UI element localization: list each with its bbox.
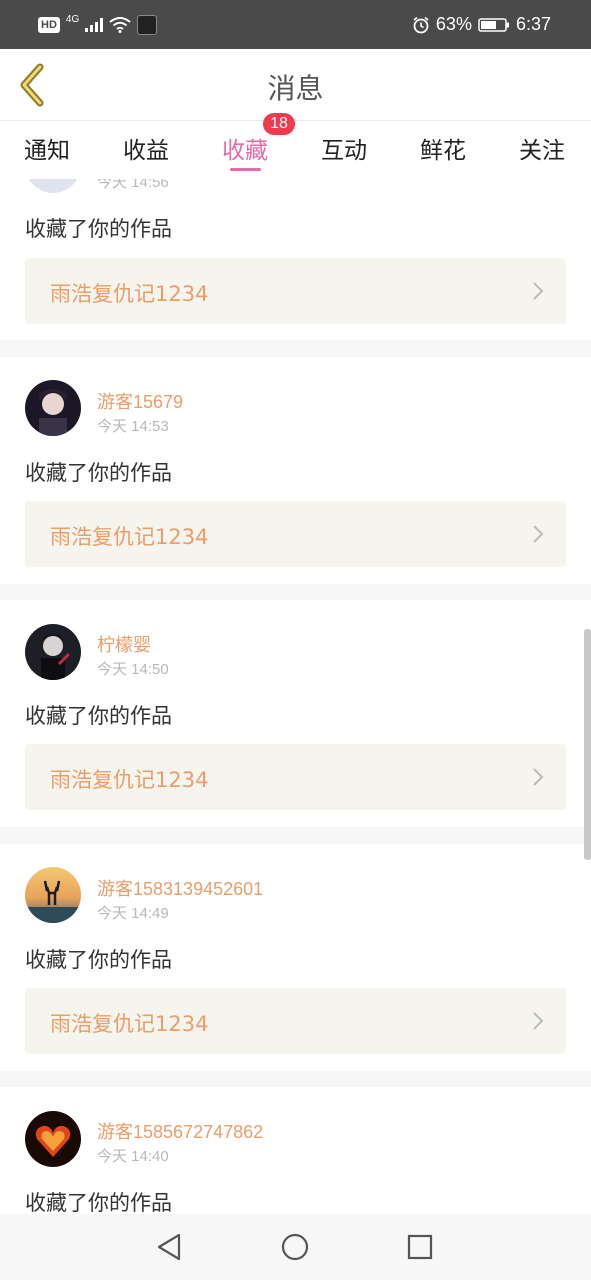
tab-notifications[interactable]: 通知 <box>24 131 70 165</box>
page-title: 消息 <box>267 72 324 105</box>
system-nav-bar <box>0 1214 591 1280</box>
status-left: HD 4G <box>38 14 158 35</box>
list-item: 今天 14:56 收藏了你的作品 雨浩复仇记1234 <box>0 179 591 340</box>
signal-icon <box>85 17 104 32</box>
action-text: 收藏了你的作品 <box>25 461 172 485</box>
username[interactable]: 游客15679 <box>97 388 183 414</box>
header: 消息 <box>0 49 591 121</box>
chevron-right-icon <box>533 282 544 300</box>
wifi-icon <box>109 16 131 33</box>
list-item: 柠檬婴 今天 14:50 收藏了你的作品 雨浩复仇记1234 <box>0 600 591 827</box>
work-link[interactable]: 雨浩复仇记1234 <box>25 988 566 1054</box>
avatar[interactable] <box>25 179 81 193</box>
work-link[interactable]: 雨浩复仇记1234 <box>25 744 566 810</box>
timestamp: 今天 14:40 <box>97 1148 169 1165</box>
tab-bar: 通知 收益 收藏 互动 鲜花 关注 <box>0 121 591 179</box>
network-type: 4G <box>65 14 80 25</box>
battery-percent: 63% <box>435 14 472 34</box>
action-text: 收藏了你的作品 <box>25 1191 172 1214</box>
favorites-count-badge: 18 <box>263 113 295 135</box>
action-text: 收藏了你的作品 <box>25 704 172 728</box>
chevron-right-icon <box>533 525 544 543</box>
alarm-icon <box>412 16 430 34</box>
active-tab-indicator <box>230 168 261 171</box>
avatar[interactable] <box>25 380 81 436</box>
action-text: 收藏了你的作品 <box>25 948 172 972</box>
work-link[interactable]: 雨浩复仇记1234 <box>25 258 566 324</box>
scrollbar[interactable] <box>584 629 591 860</box>
battery-icon <box>478 17 510 33</box>
tab-earnings[interactable]: 收益 <box>123 131 169 165</box>
timestamp: 今天 14:50 <box>97 661 169 678</box>
list-item: 游客1583139452601 今天 14:49 收藏了你的作品 雨浩复仇记12… <box>0 844 591 1071</box>
username[interactable]: 游客1585672747862 <box>97 1118 263 1144</box>
recents-square-icon[interactable] <box>405 1232 435 1262</box>
timestamp: 今天 14:49 <box>97 905 169 922</box>
work-title: 雨浩复仇记1234 <box>50 768 209 792</box>
action-text: 收藏了你的作品 <box>25 217 172 241</box>
clock: 6:37 <box>515 14 551 34</box>
list-item: 游客15679 今天 14:53 收藏了你的作品 雨浩复仇记1234 <box>0 357 591 584</box>
timestamp: 今天 14:53 <box>97 418 169 435</box>
avatar[interactable] <box>25 624 81 680</box>
tab-follows[interactable]: 关注 <box>519 131 565 165</box>
username[interactable]: 柠檬婴 <box>97 631 151 657</box>
work-title: 雨浩复仇记1234 <box>50 1012 209 1036</box>
work-title: 雨浩复仇记1234 <box>50 525 209 549</box>
timestamp: 今天 14:56 <box>97 179 169 191</box>
work-title: 雨浩复仇记1234 <box>50 282 209 306</box>
chevron-right-icon <box>533 768 544 786</box>
tab-flowers[interactable]: 鲜花 <box>420 131 466 165</box>
avatar[interactable] <box>25 1111 81 1167</box>
tab-interactions[interactable]: 互动 <box>321 131 367 165</box>
list-item: 游客1585672747862 今天 14:40 收藏了你的作品 <box>0 1087 591 1214</box>
avatar[interactable] <box>25 867 81 923</box>
message-list[interactable]: 今天 14:56 收藏了你的作品 雨浩复仇记1234 游客15679 今天 14… <box>0 179 591 1214</box>
status-right: 63% 6:37 <box>412 14 551 35</box>
hd-icon: HD <box>38 16 60 33</box>
username[interactable]: 游客1583139452601 <box>97 875 263 901</box>
work-link[interactable]: 雨浩复仇记1234 <box>25 501 566 567</box>
back-triangle-icon[interactable] <box>154 1232 184 1262</box>
tab-favorites[interactable]: 收藏 <box>222 131 268 165</box>
app-icon <box>137 14 158 35</box>
home-circle-icon[interactable] <box>280 1232 310 1262</box>
status-bar: HD 4G 63% 6:37 <box>0 0 591 49</box>
chevron-right-icon <box>533 1012 544 1030</box>
